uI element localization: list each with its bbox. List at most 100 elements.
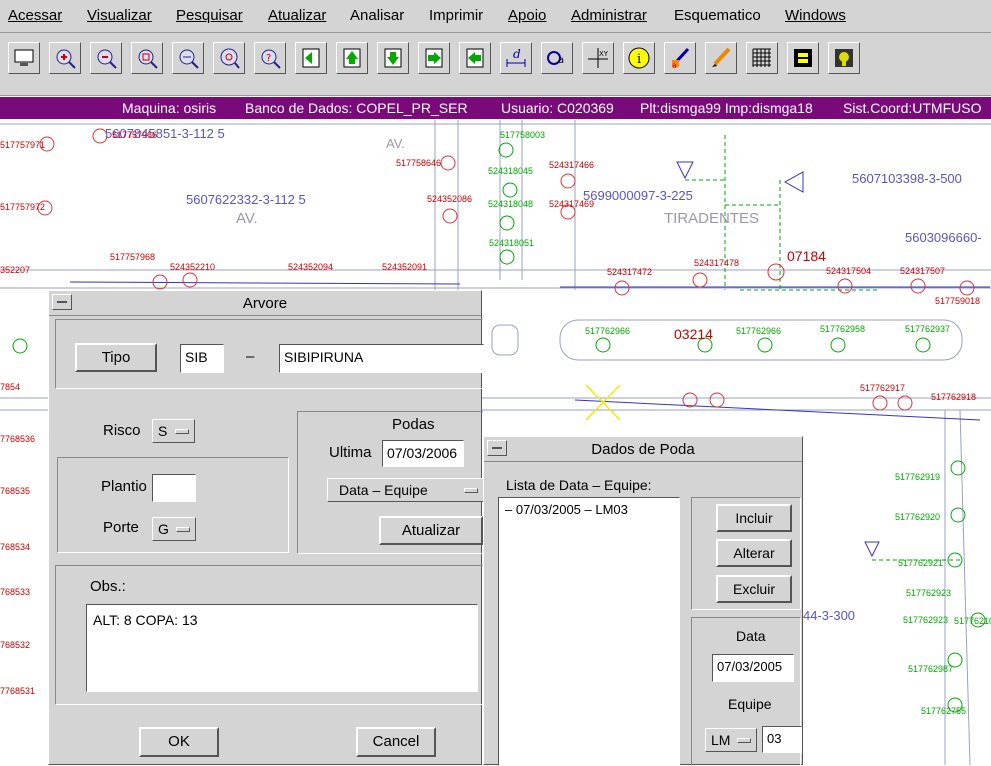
- zoom-out-icon[interactable]: [90, 42, 122, 74]
- map-label: 7768531: [0, 686, 36, 696]
- map-label: 517762755: [921, 706, 967, 716]
- map-label: 768534: [0, 542, 31, 552]
- map-label: 5699000097-3-225: [583, 188, 693, 203]
- atualizar-button[interactable]: Atualizar: [379, 516, 483, 545]
- map-label: 7768536: [0, 434, 36, 444]
- plantio-field[interactable]: [152, 474, 196, 502]
- paint-brush-icon[interactable]: a: [664, 42, 696, 74]
- pencil-icon[interactable]: [705, 42, 737, 74]
- ultima-field[interactable]: 07/03/2006: [382, 440, 464, 467]
- data-equipe-select[interactable]: Data – Equipe: [327, 478, 484, 502]
- menu-visualizar[interactable]: Visualizar: [87, 7, 152, 24]
- alterar-button[interactable]: Alterar: [716, 539, 792, 567]
- street-label: AV.: [236, 210, 258, 227]
- podas-label: Podas: [392, 416, 435, 433]
- map-label: 524317466: [549, 160, 595, 170]
- tipo-name-field[interactable]: SIBIPIRUNA: [279, 344, 484, 373]
- equipe-label: Equipe: [728, 696, 772, 712]
- status-banco: Banco de Dados: COPEL_PR_SER: [245, 100, 468, 116]
- menu-esquematico[interactable]: Esquematico: [674, 7, 761, 24]
- map-label: 524317504: [826, 266, 872, 276]
- pan-left-icon[interactable]: [295, 42, 327, 74]
- menu-windows[interactable]: Windows: [785, 7, 846, 24]
- porte-select[interactable]: G: [152, 517, 196, 541]
- query-icon[interactable]: ?: [254, 42, 286, 74]
- zoom-in-icon[interactable]: [49, 42, 81, 74]
- map-label: 524317469: [549, 199, 595, 209]
- map-label: 524317507: [900, 266, 946, 276]
- map-label: 517757968: [110, 252, 156, 262]
- toolbar: ? d a XY i a: [0, 33, 991, 96]
- tipo-group: Tipo SIB – SIBIPIRUNA: [55, 319, 484, 389]
- map-label: 524352210: [170, 262, 216, 272]
- porte-label: Porte: [103, 519, 139, 536]
- poda-titlebar[interactable]: Dados de Poda: [484, 437, 802, 462]
- status-sistcoord: Sist.Coord:UTMFUSO: [843, 100, 982, 116]
- map-label: 517762923: [903, 615, 949, 625]
- lista-label: Lista de Data – Equipe:: [506, 477, 652, 493]
- risco-select[interactable]: S: [152, 419, 195, 443]
- menu-acessar[interactable]: Acessar: [8, 7, 62, 24]
- menu-apoio[interactable]: Apoio: [508, 7, 546, 24]
- map-label: 517759018: [935, 296, 981, 306]
- poda-data-group: Data 07/03/2005 Equipe LM 03: [691, 617, 802, 766]
- special-tool-icon[interactable]: [828, 42, 860, 74]
- xy-coordinate-icon[interactable]: XY: [582, 42, 614, 74]
- map-label: 07184: [787, 248, 826, 264]
- map-label: 517758003: [500, 130, 546, 140]
- status-plt: Plt:dismga99 Imp:dismga18: [640, 100, 813, 116]
- ok-button[interactable]: OK: [139, 727, 219, 757]
- zoom-area-icon[interactable]: [131, 42, 163, 74]
- status-bar: Maquina: osiris Banco de Dados: COPEL_PR…: [0, 97, 991, 119]
- list-item[interactable]: – 07/03/2005 – LM03: [505, 502, 628, 517]
- menu-administrar[interactable]: Administrar: [571, 7, 647, 24]
- menu-pesquisar[interactable]: Pesquisar: [176, 7, 243, 24]
- measure-distance-icon[interactable]: d: [500, 42, 532, 74]
- pan-back-icon[interactable]: [459, 42, 491, 74]
- pan-up-icon[interactable]: [336, 42, 368, 74]
- incluir-button[interactable]: Incluir: [716, 504, 792, 532]
- cancel-button[interactable]: Cancel: [356, 727, 436, 757]
- equipe-select[interactable]: LM: [705, 728, 757, 752]
- frame-icon[interactable]: [787, 42, 819, 74]
- tipo-separator: –: [246, 348, 255, 365]
- data-label: Data: [736, 628, 766, 644]
- map-label: 517762917: [860, 383, 906, 393]
- map-label: 524352091: [382, 262, 428, 272]
- obs-textarea[interactable]: ALT: 8 COPA: 13: [86, 604, 478, 692]
- map-label: 517757971: [0, 140, 46, 150]
- zoom-fit-icon[interactable]: [213, 42, 245, 74]
- excluir-button[interactable]: Excluir: [716, 575, 792, 603]
- podas-group: Podas Ultima 07/03/2006 Data – Equipe At…: [297, 411, 484, 554]
- map-label: 352207: [0, 265, 31, 275]
- find-text-icon[interactable]: a: [541, 42, 573, 74]
- pan-down-icon[interactable]: [377, 42, 409, 74]
- equipe-field[interactable]: 03: [762, 726, 802, 753]
- ultima-label: Ultima: [329, 444, 372, 461]
- status-maquina: Maquina: osiris: [122, 100, 217, 116]
- monitor-icon[interactable]: [8, 42, 40, 74]
- tipo-code-field[interactable]: SIB: [180, 344, 224, 373]
- data-equipe-list[interactable]: – 07/03/2005 – LM03: [498, 497, 680, 766]
- tipo-button[interactable]: Tipo: [75, 343, 157, 372]
- zoom-window-icon[interactable]: [172, 42, 204, 74]
- arvore-titlebar[interactable]: Arvore: [49, 291, 481, 316]
- svg-text:a: a: [672, 61, 677, 70]
- info-icon[interactable]: i: [623, 42, 655, 74]
- svg-text:d: d: [513, 47, 521, 61]
- map-label: 517762919: [895, 472, 941, 482]
- map-label: 517762937: [905, 324, 951, 334]
- pan-right-icon[interactable]: [418, 42, 450, 74]
- menu-analisar[interactable]: Analisar: [350, 7, 404, 24]
- grid-icon[interactable]: [746, 42, 778, 74]
- poda-actions-group: Incluir Alterar Excluir: [691, 497, 801, 610]
- data-field[interactable]: 07/03/2005: [712, 654, 794, 682]
- map-label: 5607622332-3-112 5: [186, 192, 306, 207]
- menu-imprimir[interactable]: Imprimir: [429, 7, 483, 24]
- map-label: 768532: [0, 640, 31, 650]
- map-label: 524318048: [488, 199, 534, 209]
- menu-atualizar[interactable]: Atualizar: [268, 7, 326, 24]
- map-label: 517762921: [898, 558, 944, 568]
- map-label: 524317478: [694, 258, 740, 268]
- svg-text:i: i: [637, 52, 641, 67]
